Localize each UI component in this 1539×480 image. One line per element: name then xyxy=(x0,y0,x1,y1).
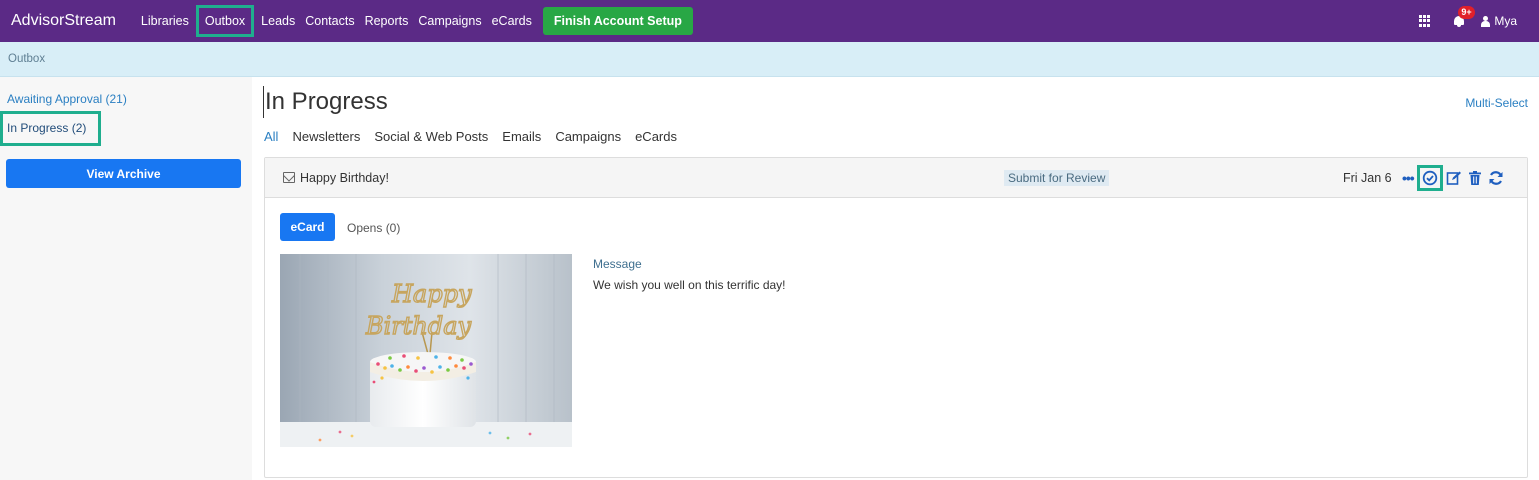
tab-campaigns[interactable]: Campaigns xyxy=(555,129,621,144)
brand-logo[interactable]: AdvisorStream xyxy=(11,12,116,30)
filter-tabs: All Newsletters Social & Web Posts Email… xyxy=(264,129,691,144)
card-title[interactable]: Happy Birthday! xyxy=(300,171,389,185)
nav-contacts[interactable]: Contacts xyxy=(300,0,359,42)
nav-outbox[interactable]: Outbox xyxy=(195,5,255,37)
card-date: Fri Jan 6 xyxy=(1343,171,1392,185)
user-name: Mya xyxy=(1494,14,1517,28)
card-actions: ••• xyxy=(1402,165,1510,191)
envelope-open-icon xyxy=(283,172,295,183)
cake-topper-birthday: Birthday xyxy=(365,312,472,340)
tab-newsletters[interactable]: Newsletters xyxy=(292,129,360,144)
outbox-item-card: Happy Birthday! Submit for Review Fri Ja… xyxy=(264,157,1528,478)
ecard-tab-button[interactable]: eCard xyxy=(280,213,335,241)
nav-leads[interactable]: Leads xyxy=(256,0,300,42)
status-badge: Submit for Review xyxy=(1004,170,1110,186)
sidebar-item-awaiting-approval[interactable]: Awaiting Approval (21) xyxy=(7,92,127,106)
opens-tab[interactable]: Opens (0) xyxy=(347,221,400,235)
nav-reports[interactable]: Reports xyxy=(360,0,414,42)
message-text: We wish you well on this terrific day! xyxy=(593,278,786,292)
user-menu[interactable]: Mya xyxy=(1481,14,1517,28)
breadcrumb[interactable]: Outbox xyxy=(8,53,45,65)
top-navbar: AdvisorStream Libraries Outbox Leads Con… xyxy=(0,0,1539,42)
card-header: Happy Birthday! Submit for Review Fri Ja… xyxy=(265,158,1527,198)
tab-ecards[interactable]: eCards xyxy=(635,129,677,144)
breadcrumb-bar: Outbox xyxy=(0,42,1539,77)
nav-ecards[interactable]: eCards xyxy=(487,0,537,42)
approve-check-icon[interactable] xyxy=(1416,165,1443,191)
tab-all[interactable]: All xyxy=(264,129,278,144)
apps-grid-icon[interactable] xyxy=(1419,15,1431,27)
nav-right: 9+ Mya xyxy=(1419,0,1539,42)
multi-select-link[interactable]: Multi-Select xyxy=(1465,96,1528,110)
notification-badge: 9+ xyxy=(1458,6,1475,19)
user-icon xyxy=(1481,15,1491,27)
nav-campaigns[interactable]: Campaigns xyxy=(413,0,486,42)
ecard-birthday-cake-image: Happy Birthday xyxy=(280,254,572,447)
tab-social-web-posts[interactable]: Social & Web Posts xyxy=(374,129,488,144)
main-nav: Libraries Outbox Leads Contacts Reports … xyxy=(136,0,693,42)
finish-account-setup-button[interactable]: Finish Account Setup xyxy=(542,7,693,35)
tab-emails[interactable]: Emails xyxy=(502,129,541,144)
delete-trash-icon[interactable] xyxy=(1468,170,1482,186)
more-options-icon[interactable]: ••• xyxy=(1402,170,1415,186)
sidebar: Awaiting Approval (21) In Progress (2) V… xyxy=(0,77,252,480)
cake-topper-happy: Happy xyxy=(391,280,472,308)
notifications-bell-icon[interactable]: 9+ xyxy=(1453,6,1475,28)
sidebar-item-in-progress[interactable]: In Progress (2) xyxy=(0,111,102,146)
nav-libraries[interactable]: Libraries xyxy=(136,0,194,42)
message-label: Message xyxy=(593,257,642,271)
view-archive-button[interactable]: View Archive xyxy=(6,159,241,188)
refresh-icon[interactable] xyxy=(1488,170,1504,186)
page-title: In Progress xyxy=(263,86,388,118)
edit-icon[interactable] xyxy=(1446,170,1462,186)
